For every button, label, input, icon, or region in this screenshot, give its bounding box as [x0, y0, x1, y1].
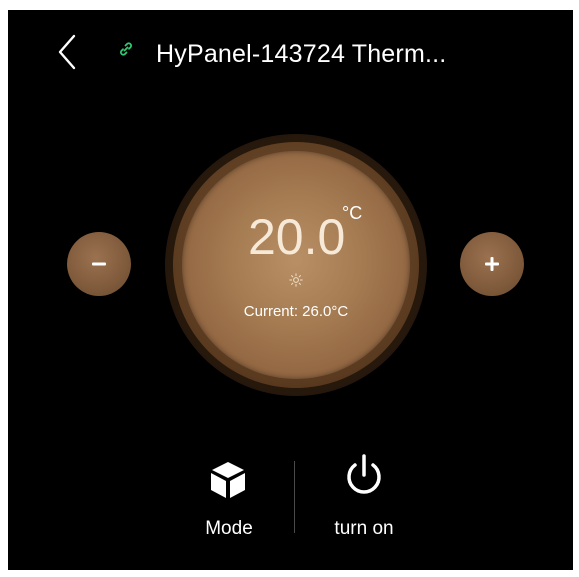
sun-icon — [289, 273, 303, 287]
plus-icon — [485, 257, 499, 271]
minus-icon — [92, 262, 106, 266]
link-icon — [120, 42, 132, 56]
decrease-temperature-button[interactable] — [67, 232, 131, 296]
power-icon — [347, 454, 381, 494]
increase-temperature-button[interactable] — [460, 232, 524, 296]
page-title: HyPanel-143724 Therm... — [156, 40, 447, 68]
chevron-left-icon — [58, 34, 76, 70]
temperature-unit: °C — [342, 203, 363, 223]
setpoint-value: 20.0 — [248, 209, 346, 265]
power-button[interactable]: turn on — [324, 453, 404, 543]
mode-label: Mode — [205, 518, 253, 539]
current-temperature: Current: 26.0°C — [243, 303, 349, 320]
thermostat-screen: HyPanel-143724 Therm... 20.0 °C Current:… — [8, 10, 573, 570]
power-label: turn on — [334, 518, 394, 539]
mode-button[interactable]: Mode — [194, 458, 264, 544]
divider — [294, 461, 295, 533]
cube-icon — [211, 462, 245, 498]
back-button[interactable] — [50, 32, 84, 72]
header: HyPanel-143724 Therm... — [8, 10, 573, 98]
